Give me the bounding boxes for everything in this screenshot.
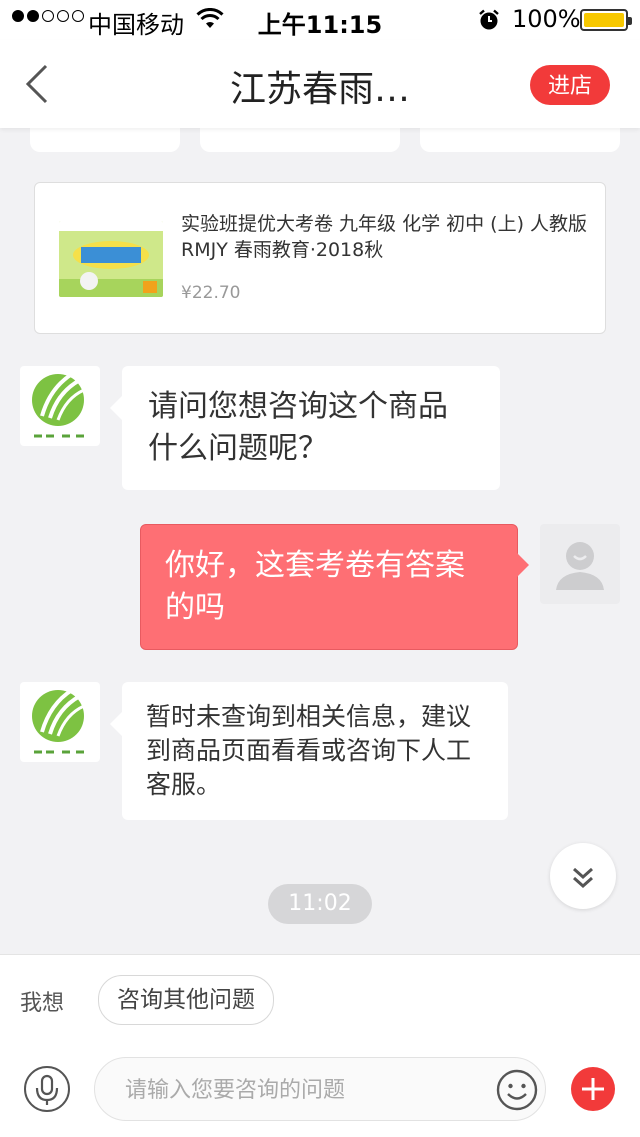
alarm-icon bbox=[479, 9, 499, 30]
product-price: ¥22.70 bbox=[181, 283, 241, 303]
double-chevron-down-icon bbox=[573, 867, 593, 889]
nav-bar: 江苏春雨… 进店 bbox=[0, 40, 640, 128]
user-avatar[interactable] bbox=[540, 524, 620, 604]
status-bar: 中国移动 上午11:15 100% bbox=[0, 0, 640, 40]
quick-question-chip[interactable] bbox=[420, 128, 620, 152]
shop-message-bubble: 请问您想咨询这个商品什么问题呢？ bbox=[110, 366, 500, 490]
shop-message-bubble: 暂时未查询到相关信息，建议到商品页面看看或咨询下人工客服。 bbox=[110, 682, 508, 820]
message-timestamp: 11:02 bbox=[268, 884, 372, 924]
battery-icon bbox=[580, 9, 632, 31]
message-input-box bbox=[94, 1057, 546, 1121]
input-panel: 我想 咨询其他问题 bbox=[0, 954, 640, 1137]
other-questions-chip[interactable]: 咨询其他问题 bbox=[98, 975, 274, 1025]
product-image bbox=[59, 221, 163, 297]
product-card[interactable]: 实验班提优大考卷 九年级 化学 初中 (上) 人教版RMJY 春雨教育·2018… bbox=[34, 182, 606, 334]
quick-question-chip[interactable] bbox=[30, 128, 180, 152]
quick-question-chip[interactable] bbox=[200, 128, 400, 152]
scroll-down-button[interactable] bbox=[550, 843, 616, 909]
battery-percentage: 100% bbox=[512, 5, 581, 33]
shop-avatar[interactable] bbox=[20, 682, 100, 762]
enter-shop-button[interactable]: 进店 bbox=[530, 65, 610, 105]
more-actions-button[interactable] bbox=[571, 1067, 615, 1111]
shop-logo-icon bbox=[32, 688, 85, 754]
product-title: 实验班提优大考卷 九年级 化学 初中 (上) 人教版RMJY 春雨教育·2018… bbox=[181, 213, 588, 261]
suggest-label: 我想 bbox=[20, 991, 65, 1016]
quick-question-row bbox=[0, 128, 640, 154]
shop-logo-icon bbox=[32, 372, 85, 438]
user-placeholder-icon bbox=[556, 542, 604, 590]
shop-avatar[interactable] bbox=[20, 366, 100, 446]
emoji-icon[interactable] bbox=[495, 1068, 539, 1112]
plus-icon bbox=[582, 1078, 604, 1100]
voice-input-button[interactable] bbox=[24, 1066, 70, 1112]
user-message-bubble: 你好，这套考卷有答案的吗 bbox=[140, 524, 529, 650]
microphone-icon bbox=[35, 1074, 59, 1105]
message-input[interactable] bbox=[123, 1068, 477, 1112]
